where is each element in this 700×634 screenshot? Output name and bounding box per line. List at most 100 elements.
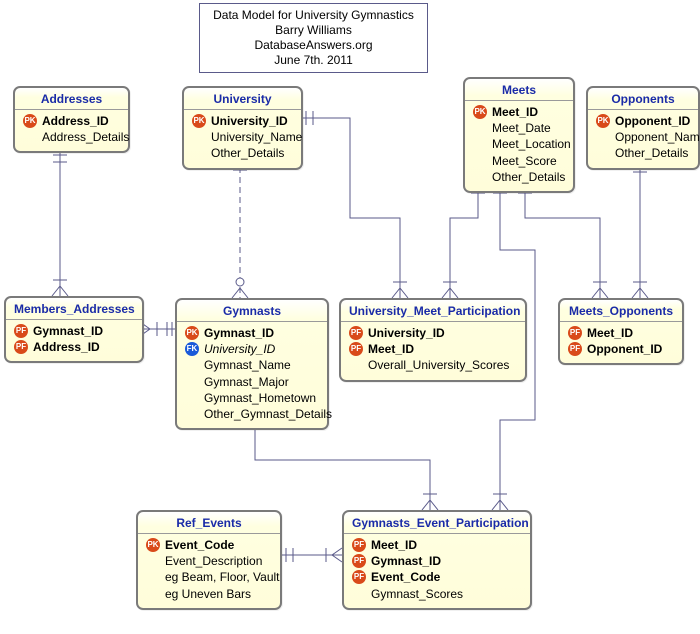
field-label: Gymnast_Major xyxy=(204,374,289,390)
field-label: eg Beam, Floor, Vault xyxy=(165,569,280,585)
field-label: Gymnast_ID xyxy=(204,325,274,341)
field-label: Other_Details xyxy=(211,145,284,161)
pk-key-icon: PK xyxy=(192,114,206,128)
field-label: Address_ID xyxy=(33,339,100,355)
entity-field-row: PK Opponent_ID xyxy=(596,113,690,129)
entity-body: PF University_ID PF Meet_IDOverall_Universi… xyxy=(341,322,525,380)
field-label: eg Uneven Bars xyxy=(165,586,251,602)
entity-field-row: PF Address_ID xyxy=(14,339,134,355)
entity-field-row: PKMeet_ID xyxy=(473,104,565,120)
entity-field-row: Meet_Date xyxy=(473,120,565,136)
entity-body: PK Opponent_IDOpponent_NameOther_Details xyxy=(588,110,698,168)
entity-field-row: PKUniversity_ID xyxy=(192,113,293,129)
field-label: Event_Description xyxy=(165,553,262,569)
entity-header: University xyxy=(184,88,301,110)
entity-field-row: PKAddress_ID xyxy=(23,113,120,129)
entity-field-row: PF Gymnast_ID xyxy=(14,323,134,339)
entity-body: PKGymnast_IDFKUniversity_IDGymnast_NameG… xyxy=(177,322,327,428)
entity-field-row: eg Beam, Floor, Vault xyxy=(146,569,272,585)
field-label: Gymnast_ID xyxy=(371,553,441,569)
entity-field-row: Meet_Score xyxy=(473,153,565,169)
diagram-title-box: Data Model for University Gymnastics Bar… xyxy=(199,3,428,73)
entity-members-addresses: Members_Addresses PFGymnast_IDPFAddress_… xyxy=(4,296,144,363)
field-label: Address_ID xyxy=(42,113,109,129)
entity-field-row: Meet_Location xyxy=(473,136,565,152)
entity-field-row: Gymnast_Scores xyxy=(352,586,522,602)
entity-field-row: FK University_ID xyxy=(185,341,319,357)
entity-ref-events: Ref_Events PK Event_CodeEvent_Description… xyxy=(136,510,282,610)
field-label: Opponent_Name xyxy=(615,129,700,145)
field-label: Meet_ID xyxy=(587,325,633,341)
entity-meets-opponents: Meets_Opponents PF Meet_ID PF Opponent_ID xyxy=(558,298,684,365)
entity-field-row: Opponent_Name xyxy=(596,129,690,145)
field-label: University_ID xyxy=(368,325,445,341)
pk-key-icon: PK xyxy=(473,105,487,119)
fk-key-icon: FK xyxy=(185,342,199,356)
field-label: Other_Details xyxy=(615,145,688,161)
pf-key-icon: PF xyxy=(14,340,28,354)
entity-header: Ref_Events xyxy=(138,512,280,534)
field-label: Gymnast_Hometown xyxy=(204,390,316,406)
entity-body: PKAddress_IDAddress_Details xyxy=(15,110,128,151)
field-label: Meet_Date xyxy=(492,120,551,136)
field-label: Other_Details xyxy=(492,169,565,185)
field-label: Gymnast_Name xyxy=(204,357,291,373)
field-label: University_ID xyxy=(204,341,275,357)
pf-key-icon: PF xyxy=(352,570,366,584)
entity-field-row: Event_Description xyxy=(146,553,272,569)
field-label: Opponent_ID xyxy=(615,113,690,129)
entity-field-row: PF Event_Code xyxy=(352,569,522,585)
entity-field-row: Other_Details xyxy=(192,145,293,161)
entity-body: PFMeet_IDPFGymnast_IDPFEvent_CodeGymnast… xyxy=(344,534,530,608)
field-label: Overall_University_Scores xyxy=(368,357,509,373)
entity-field-row: PF Meet_ID xyxy=(349,341,517,357)
entity-body: PF Meet_ID PF Opponent_ID xyxy=(560,322,682,363)
pk-key-icon: PK xyxy=(596,114,610,128)
field-label: University_Name xyxy=(211,129,302,145)
pf-key-icon: PF xyxy=(349,342,363,356)
entity-field-row: Other_Details xyxy=(473,169,565,185)
entity-header: Gymnasts_Event_Participation xyxy=(344,512,530,534)
entity-field-row: Other_Gymnast_Details xyxy=(185,406,319,422)
entity-university: University PKUniversity_IDUniversity_Nam… xyxy=(182,86,303,170)
pk-key-icon: PK xyxy=(146,538,160,552)
entity-gymnasts: Gymnasts PKGymnast_IDFKUniversity_IDGymn… xyxy=(175,298,329,430)
entity-gymnasts-event-participation: Gymnasts_Event_Participation PFMeet_IDPF… xyxy=(342,510,532,610)
pf-key-icon: PF xyxy=(352,538,366,552)
field-label: Event_Code xyxy=(165,537,234,553)
entity-field-row: Gymnast_Name xyxy=(185,357,319,373)
entity-field-row: Address_Details xyxy=(23,129,120,145)
entity-header: Gymnasts xyxy=(177,300,327,322)
entity-field-row: PF Opponent_ID xyxy=(568,341,674,357)
entity-body: PKMeet_IDMeet_DateMeet_LocationMeet_Scor… xyxy=(465,101,573,191)
field-label: Meet_Location xyxy=(492,136,571,152)
title-line-2: Barry Williams xyxy=(210,23,417,38)
field-label: Gymnast_ID xyxy=(33,323,103,339)
entity-field-row: eg Uneven Bars xyxy=(146,586,272,602)
field-label: Event_Code xyxy=(371,569,440,585)
er-diagram-canvas: Data Model for University Gymnastics Bar… xyxy=(0,0,700,634)
entity-university-meet-participation: University_Meet_Participation PF Universi… xyxy=(339,298,527,382)
entity-header: University_Meet_Participation xyxy=(341,300,525,322)
entity-field-row: PK Event_Code xyxy=(146,537,272,553)
pf-key-icon: PF xyxy=(349,326,363,340)
entity-field-row: Overall_University_Scores xyxy=(349,357,517,373)
entity-field-row: PF Meet_ID xyxy=(568,325,674,341)
field-label: Meet_ID xyxy=(368,341,414,357)
title-line-1: Data Model for University Gymnastics xyxy=(210,8,417,23)
field-label: Other_Gymnast_Details xyxy=(204,406,332,422)
entity-meets: Meets PKMeet_IDMeet_DateMeet_LocationMee… xyxy=(463,77,575,193)
title-line-4: June 7th. 2011 xyxy=(210,53,417,68)
pf-key-icon: PF xyxy=(352,554,366,568)
pf-key-icon: PF xyxy=(568,342,582,356)
field-label: Opponent_ID xyxy=(587,341,662,357)
field-label: Gymnast_Scores xyxy=(371,586,463,602)
entity-field-row: PF University_ID xyxy=(349,325,517,341)
entity-field-row: PKGymnast_ID xyxy=(185,325,319,341)
entity-body: PKUniversity_IDUniversity_NameOther_Deta… xyxy=(184,110,301,168)
entity-header: Meets_Opponents xyxy=(560,300,682,322)
pf-key-icon: PF xyxy=(568,326,582,340)
entity-field-row: Gymnast_Major xyxy=(185,374,319,390)
entity-field-row: PFMeet_ID xyxy=(352,537,522,553)
pf-key-icon: PF xyxy=(14,324,28,338)
